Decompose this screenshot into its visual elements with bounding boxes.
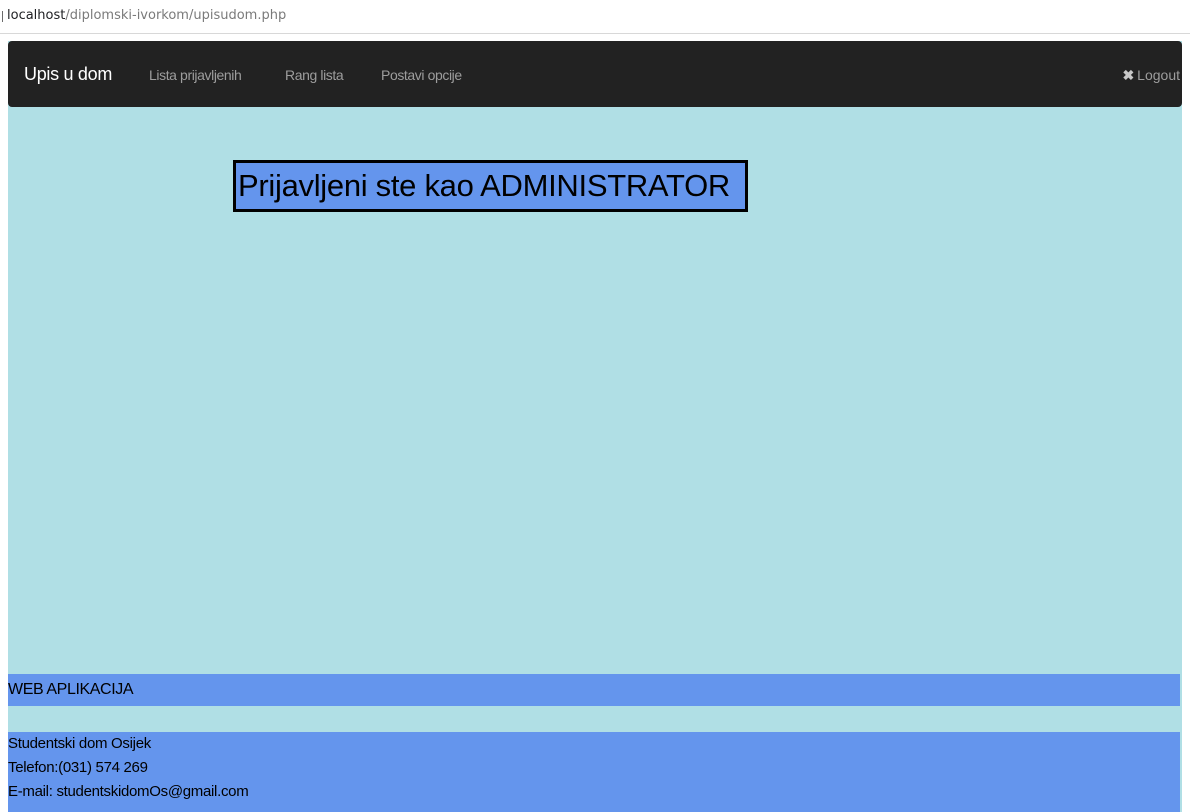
contact-email: E-mail: studentskidomOs@gmail.com <box>8 783 249 800</box>
browser-address-bar[interactable]: localhost/diplomski-ivorkom/upisudom.php <box>0 0 1190 34</box>
url-path: /diplomski-ivorkom/upisudom.php <box>65 8 287 23</box>
brand-link[interactable]: Upis u dom <box>24 63 112 85</box>
close-icon: ✖ <box>1122 67 1135 83</box>
admin-status-banner: Prijavljeni ste kao ADMINISTRATOR <box>233 160 748 212</box>
nav-link-lista-prijavljenih[interactable]: Lista prijavljenih <box>149 66 242 84</box>
footer-heading: WEB APLIKACIJA <box>8 674 1180 706</box>
url-text[interactable]: localhost/diplomski-ivorkom/upisudom.php <box>7 7 286 25</box>
page-viewport: Upis u dom Lista prijavljenih Rang lista… <box>8 41 1182 812</box>
logout-button[interactable]: ✖ Logout <box>1122 66 1180 84</box>
url-host: localhost <box>7 8 66 23</box>
contact-name: Studentski dom Osijek <box>8 735 151 752</box>
top-navbar: Upis u dom Lista prijavljenih Rang lista… <box>8 41 1182 107</box>
nav-link-rang-lista[interactable]: Rang lista <box>285 66 344 84</box>
address-bar-edge <box>2 11 3 22</box>
footer-contact-block: Studentski dom Osijek Telefon:(031) 574 … <box>8 732 1180 812</box>
nav-link-postavi-opcije[interactable]: Postavi opcije <box>381 66 462 84</box>
contact-phone: Telefon:(031) 574 269 <box>8 759 148 776</box>
logout-label: Logout <box>1137 67 1180 83</box>
